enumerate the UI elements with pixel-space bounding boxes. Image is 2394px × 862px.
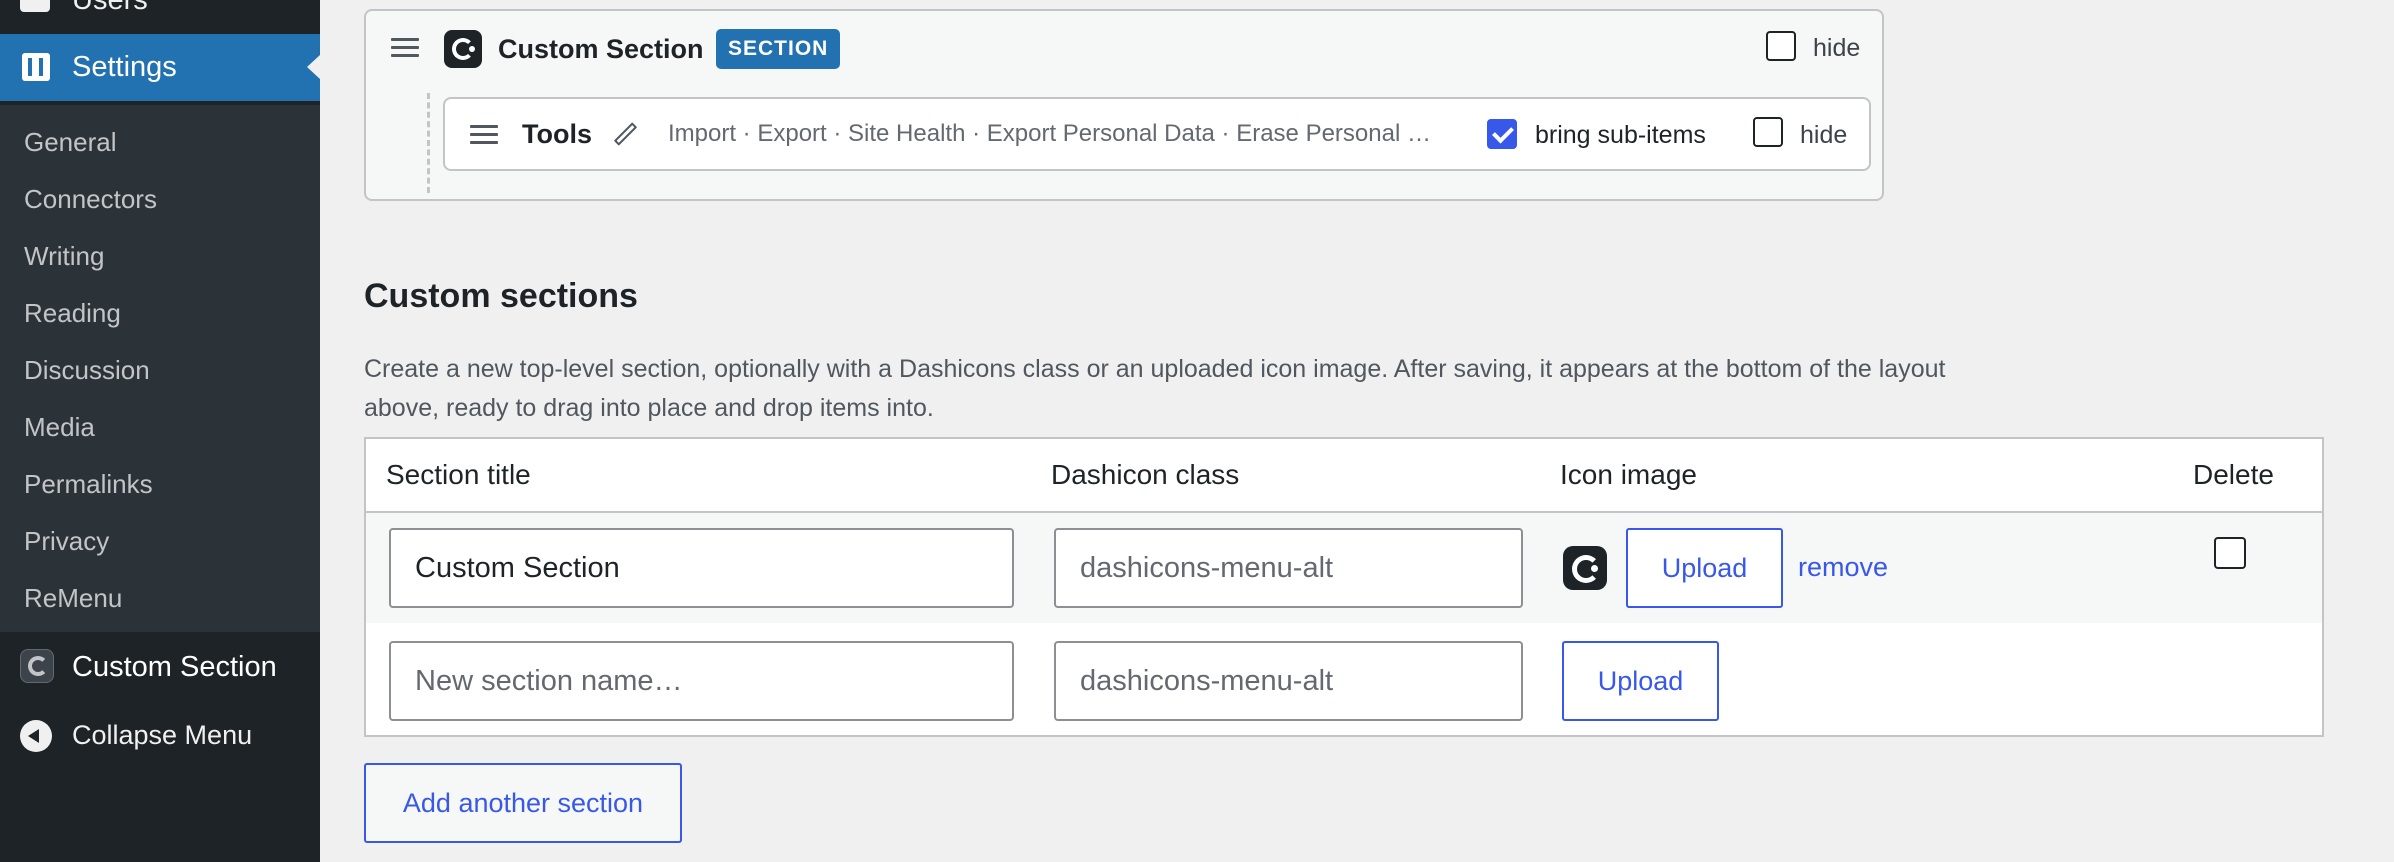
submenu-item-general[interactable]: General	[24, 126, 117, 158]
collapse-menu-button[interactable]: Collapse Menu	[0, 702, 320, 762]
submenu-item-discussion[interactable]: Discussion	[24, 354, 150, 386]
section-title: Custom Section	[498, 34, 704, 64]
submenu-item-connectors[interactable]: Connectors	[24, 183, 157, 215]
tree-connector	[427, 93, 430, 193]
remove-icon-link[interactable]: remove	[1798, 550, 1888, 584]
users-icon	[20, 0, 50, 12]
submenu-item-reading[interactable]: Reading	[24, 297, 121, 329]
bring-subitems-label: bring sub-items	[1535, 121, 1706, 149]
layout-section-card: Custom Section SECTION hide Tools Import…	[364, 9, 1884, 201]
sidebar-item-label: Users	[72, 0, 148, 16]
custom-section-logo-icon	[444, 30, 482, 68]
admin-sidebar: Users Settings General Connectors Writin…	[0, 0, 320, 862]
sidebar-item-label: Settings	[72, 51, 177, 83]
column-header-section-title: Section title	[386, 459, 531, 490]
drag-handle-icon[interactable]	[391, 36, 419, 58]
custom-sections-description: Create a new top-level section, optional…	[364, 355, 1946, 422]
uploaded-icon-image	[1563, 546, 1607, 590]
upload-button[interactable]: Upload	[1626, 528, 1783, 608]
section-title-input[interactable]: Custom Section	[389, 528, 1014, 608]
submenu-item-permalinks[interactable]: Permalinks	[24, 468, 153, 500]
collapse-menu-label: Collapse Menu	[72, 720, 253, 750]
add-another-section-button[interactable]: Add another section	[364, 763, 682, 843]
layout-item-tools[interactable]: Tools Import · Export · Site Health · Ex…	[443, 97, 1871, 171]
section-hide-label: hide	[1813, 34, 1861, 62]
column-header-delete: Delete	[2193, 459, 2274, 490]
item-title: Tools	[522, 119, 592, 149]
settings-submenu: General Connectors Writing Reading Discu…	[0, 105, 320, 632]
custom-sections-heading: Custom sections	[364, 277, 638, 315]
sidebar-item-users[interactable]: Users	[0, 0, 320, 16]
settings-icon	[22, 53, 50, 81]
table-header-divider	[366, 511, 2322, 513]
submenu-item-privacy[interactable]: Privacy	[24, 525, 109, 557]
custom-sections-table: Section title Dashicon class Icon image …	[364, 437, 2324, 737]
drag-handle-icon[interactable]	[470, 123, 498, 145]
pencil-icon[interactable]	[613, 123, 637, 147]
item-hide-checkbox[interactable]	[1753, 117, 1783, 147]
custom-section-icon	[20, 649, 54, 683]
item-hide-label: hide	[1800, 121, 1848, 149]
sidebar-item-label: Custom Section	[72, 651, 277, 683]
new-section-name-input[interactable]: New section name…	[389, 641, 1014, 721]
section-hide-checkbox[interactable]	[1766, 31, 1796, 61]
submenu-item-remenu[interactable]: ReMenu	[24, 582, 122, 614]
delete-section-checkbox[interactable]	[2214, 537, 2246, 569]
bring-subitems-checkbox[interactable]	[1487, 119, 1517, 149]
sidebar-item-custom-section[interactable]: Custom Section	[0, 635, 320, 701]
submenu-item-writing[interactable]: Writing	[24, 240, 104, 272]
collapse-arrow-icon	[20, 720, 52, 752]
sidebar-item-settings[interactable]: Settings	[0, 34, 320, 101]
submenu-item-media[interactable]: Media	[24, 411, 95, 443]
upload-button[interactable]: Upload	[1562, 641, 1719, 721]
dashicon-class-input[interactable]: dashicons-menu-alt	[1054, 528, 1523, 608]
section-badge: SECTION	[716, 29, 841, 69]
item-subitems: Import · Export · Site Health · Export P…	[668, 120, 1431, 147]
column-header-icon-image: Icon image	[1560, 459, 1697, 490]
column-header-dashicon-class: Dashicon class	[1051, 459, 1240, 490]
dashicon-class-input[interactable]: dashicons-menu-alt	[1054, 641, 1523, 721]
